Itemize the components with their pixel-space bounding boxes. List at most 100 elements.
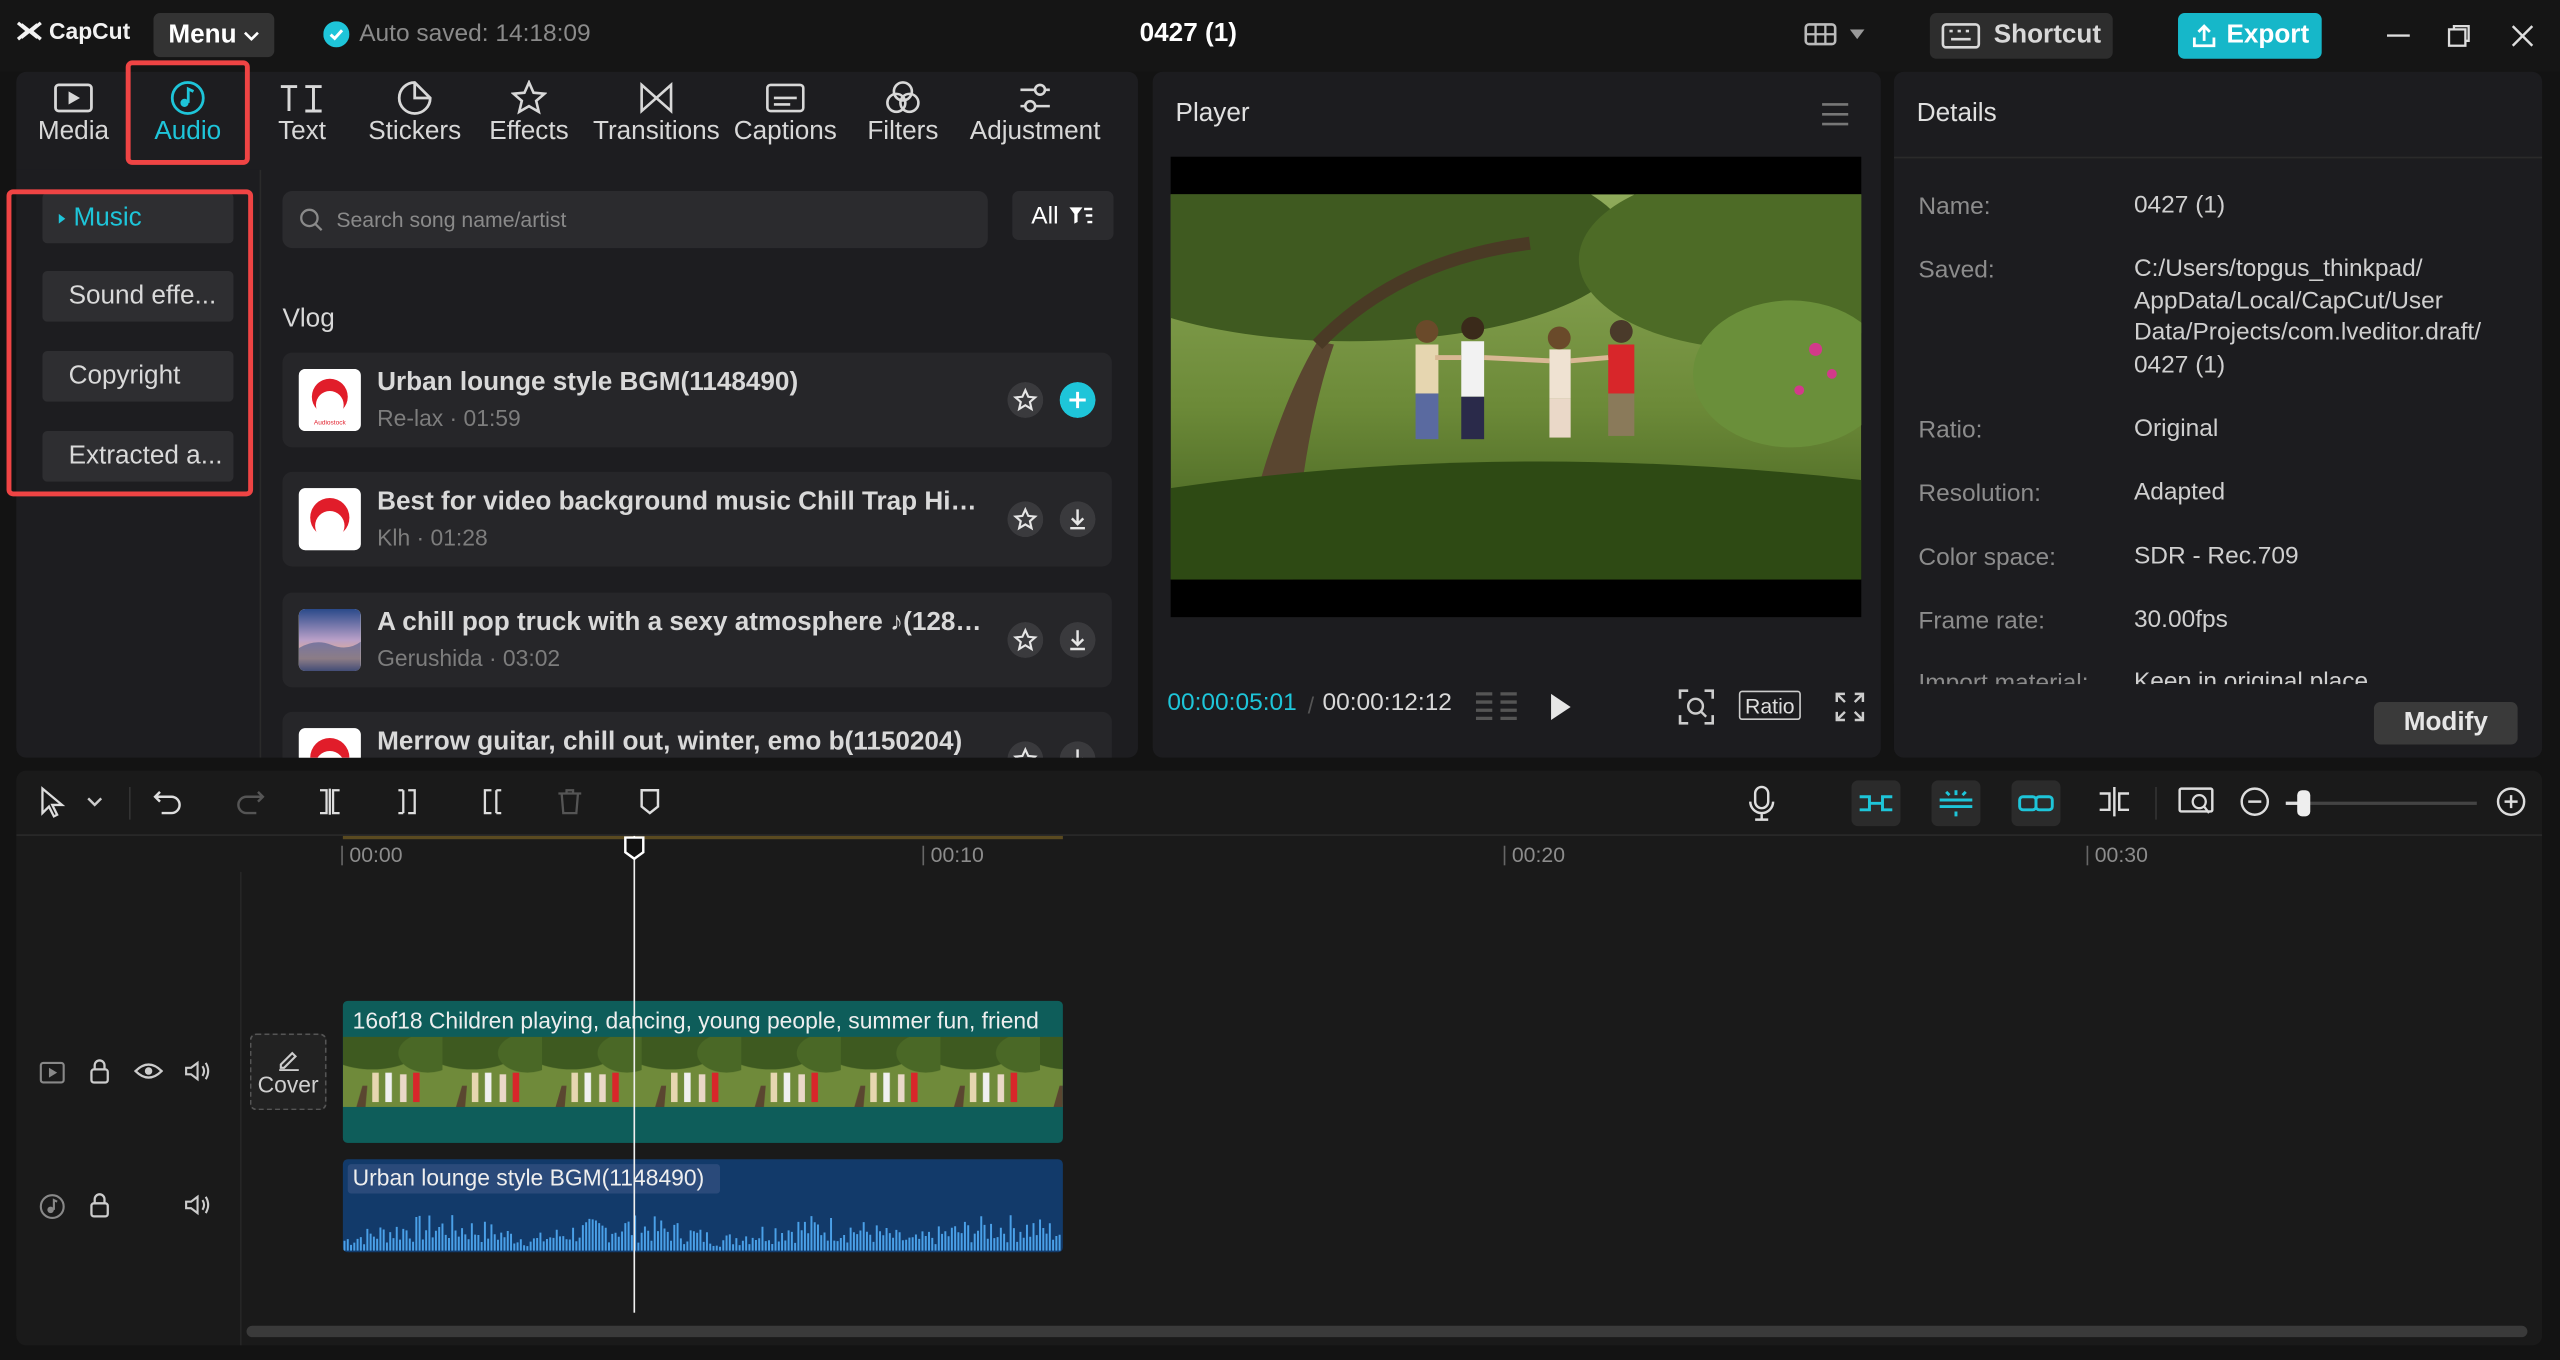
speaker-icon[interactable] (184, 1060, 210, 1083)
audio-clip-label: Urban lounge style BGM(1148490) (352, 1164, 705, 1191)
zoom-in-icon[interactable] (2495, 785, 2528, 818)
trim-right-icon[interactable] (473, 785, 506, 818)
trim-left-icon[interactable] (393, 785, 426, 818)
check-circle-icon (323, 20, 350, 47)
track-item[interactable]: Merrow guitar, chill out, winter, emo b(… (282, 711, 1112, 758)
download-icon[interactable] (1059, 622, 1096, 658)
detail-label: Color space: (1918, 543, 2056, 572)
export-button[interactable]: Export (2178, 13, 2322, 59)
download-icon[interactable] (1059, 501, 1096, 538)
detail-value-saved-path: C:/Users/topgus_thinkpad/ AppData/Local/… (2133, 254, 2482, 378)
favorite-star-icon[interactable] (1007, 382, 1044, 418)
cover-button[interactable]: Cover (249, 1033, 327, 1111)
video-clip[interactable]: 16of18 Children playing, dancing, young … (342, 1000, 1063, 1143)
ratio-button[interactable]: Ratio (1738, 690, 1801, 721)
timeline-scrollbar[interactable] (246, 1325, 2528, 1338)
video-track-icon (39, 1061, 65, 1084)
menu-button[interactable]: Menu (153, 13, 275, 58)
tab-captions[interactable]: Captions (731, 78, 839, 153)
current-time: 00:00:05:01 (1167, 688, 1297, 717)
zoom-out-icon[interactable] (2238, 785, 2271, 818)
favorite-star-icon[interactable] (1007, 741, 1044, 758)
track-item[interactable]: Best for video background music Chill Tr… (282, 471, 1112, 567)
ruler-tick (922, 845, 925, 866)
eye-icon[interactable] (133, 1061, 164, 1081)
undo-icon[interactable] (152, 785, 185, 818)
favorite-star-icon[interactable] (1007, 622, 1044, 658)
video-clip-label: 16of18 Children playing, dancing, young … (352, 1007, 1039, 1034)
time-ruler[interactable]: 00:00 00:10 00:20 00:30 (242, 835, 2542, 872)
detail-value-ratio: Original (2133, 414, 2219, 443)
microphone-icon[interactable] (1745, 785, 1778, 821)
ruler-label: 00:00 (349, 842, 403, 867)
linkage-toggle[interactable] (2011, 780, 2061, 827)
restore-icon[interactable] (2447, 24, 2470, 47)
shortcut-button[interactable]: Shortcut (1929, 13, 2113, 59)
track-artist: Klh · 01:28 (377, 524, 488, 551)
preview-axis-icon[interactable] (2096, 785, 2132, 818)
time-separator: / (1307, 692, 1315, 719)
lock-icon[interactable] (88, 1192, 111, 1218)
track-item[interactable]: A chill pop truck with a sexy atmosphere… (282, 592, 1112, 688)
filter-button[interactable]: All (1012, 191, 1114, 241)
speaker-icon[interactable] (184, 1194, 210, 1217)
adjustment-icon (1020, 83, 1050, 113)
hamburger-menu-icon[interactable] (1820, 103, 1849, 126)
section-title: Vlog (282, 305, 335, 334)
track-title: Urban lounge style BGM(1148490) (377, 368, 799, 397)
add-to-timeline-icon[interactable] (1059, 382, 1096, 418)
audiostock-logo-icon (298, 488, 361, 551)
playhead-handle-icon[interactable] (624, 836, 645, 861)
zoom-to-fit-icon[interactable] (2178, 785, 2214, 818)
split-icon[interactable] (313, 785, 346, 818)
tab-transitions[interactable]: Transitions (591, 78, 722, 153)
track-item[interactable]: Audiostock Urban lounge style BGM(114849… (282, 352, 1112, 448)
favorite-star-icon[interactable] (1007, 501, 1044, 538)
snap-icon (1939, 790, 1973, 817)
track-thumbnail (298, 728, 361, 758)
timeline-panel: 00:00 00:10 00:20 00:30 Cover 16of18 Chi… (16, 770, 2543, 1346)
details-title: Details (1916, 99, 1997, 128)
track-thumbnail (298, 608, 361, 672)
tab-text[interactable]: Text (255, 78, 350, 153)
modify-button[interactable]: Modify (2373, 702, 2518, 745)
logo-text: CapCut (48, 17, 131, 45)
detail-value-color-space: SDR - Rec.709 (2133, 542, 2299, 570)
highlight-audio-tab (125, 60, 250, 165)
audio-clip[interactable]: Urban lounge style BGM(1148490) (342, 1159, 1063, 1253)
tab-filters[interactable]: Filters (856, 78, 951, 153)
track-title: A chill pop truck with a sexy atmosphere… (377, 608, 985, 637)
cover-label: Cover (257, 1070, 319, 1097)
capcut-logo-icon (16, 21, 42, 41)
auto-snap-toggle[interactable] (1931, 780, 1981, 827)
close-icon[interactable] (2511, 24, 2534, 47)
fit-zoom-icon[interactable] (1678, 689, 1715, 725)
tab-media[interactable]: Media (26, 78, 121, 153)
layout-switch[interactable] (1804, 21, 1865, 47)
main-track-magnet-toggle[interactable] (1851, 780, 1901, 827)
tab-captions-label: Captions (733, 117, 837, 146)
effects-icon (511, 80, 547, 115)
select-cursor-icon[interactable] (36, 785, 69, 818)
audiostock-logo-icon (298, 728, 361, 758)
download-icon[interactable] (1059, 741, 1096, 758)
play-icon[interactable] (1548, 692, 1574, 721)
frame-grid-icon[interactable] (1474, 691, 1520, 724)
lock-icon[interactable] (88, 1058, 111, 1084)
marker-icon[interactable] (633, 785, 666, 818)
tab-stickers[interactable]: Stickers (359, 78, 470, 153)
chevron-down-icon[interactable] (87, 797, 103, 808)
preview-frame-image (1170, 194, 1862, 580)
tab-filters-label: Filters (867, 117, 939, 146)
video-preview[interactable] (1170, 156, 1862, 618)
fullscreen-icon[interactable] (1835, 692, 1865, 722)
playhead[interactable] (624, 835, 645, 1313)
title-bar: CapCut Menu Auto saved: 14:18:09 0427 (1… (0, 0, 2560, 72)
minimize-icon[interactable] (2387, 34, 2410, 37)
search-input[interactable]: Search song name/artist (282, 191, 988, 249)
track-title: Best for video background music Chill Tr… (377, 488, 985, 516)
tab-adjustment[interactable]: Adjustment (963, 78, 1107, 153)
zoom-slider-handle[interactable] (2297, 790, 2311, 817)
zoom-slider-track[interactable] (2285, 801, 2477, 805)
tab-effects[interactable]: Effects (480, 78, 578, 153)
